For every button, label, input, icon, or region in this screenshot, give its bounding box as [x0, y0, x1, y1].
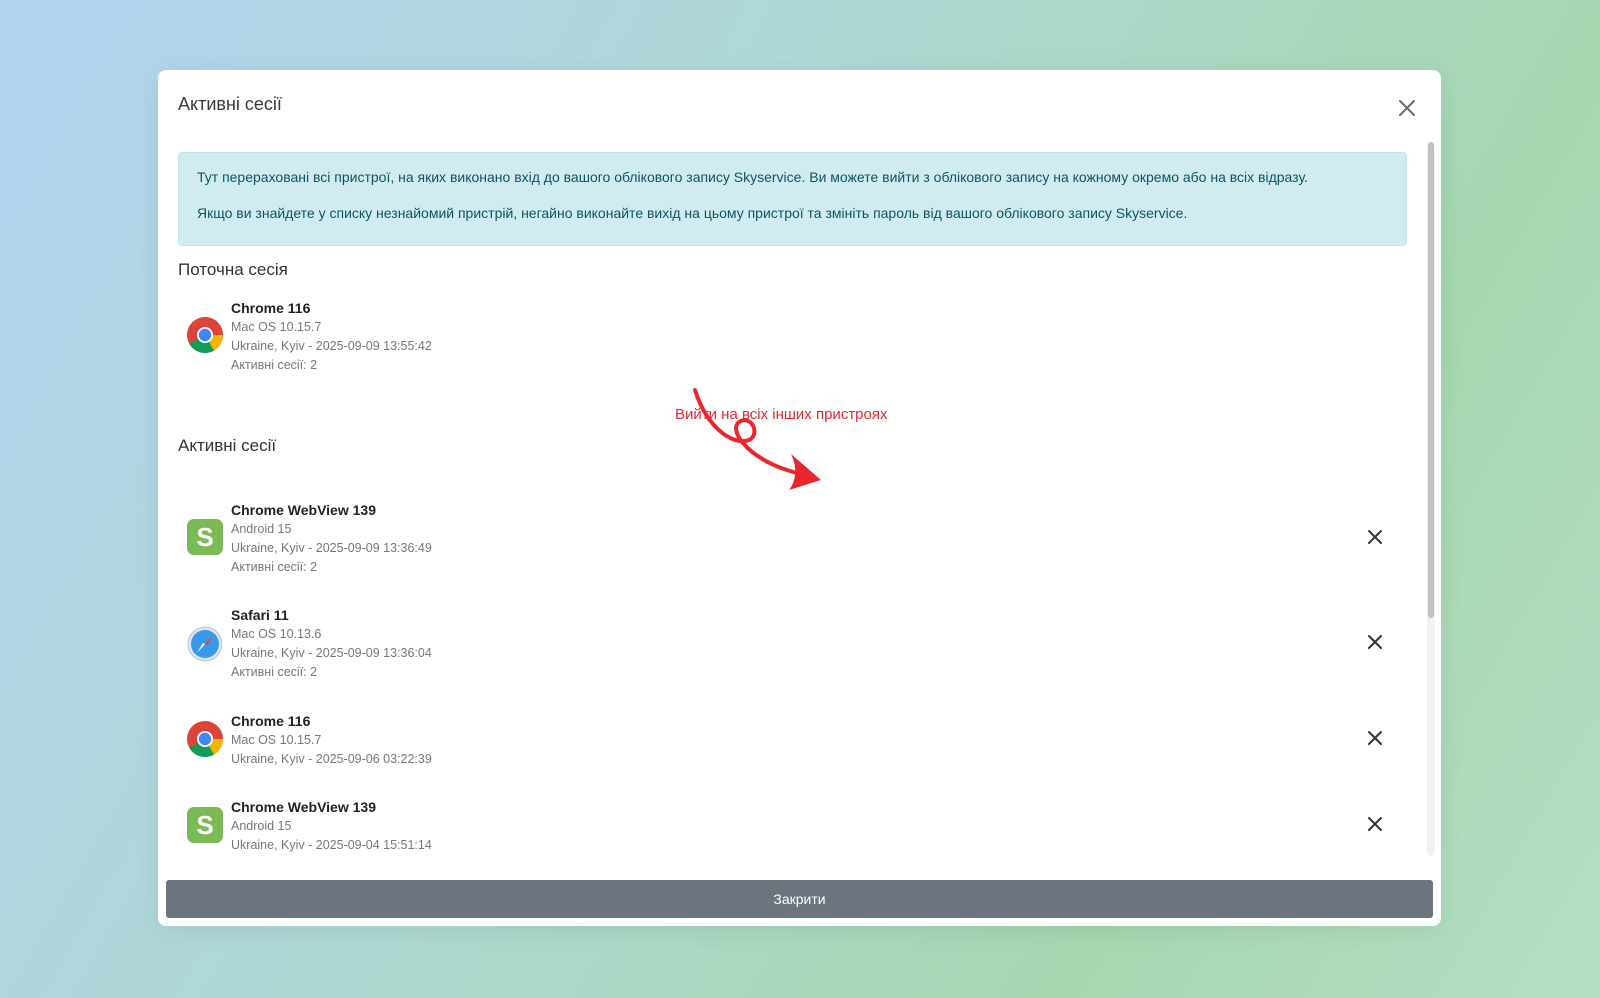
scrollbar-thumb[interactable]	[1428, 142, 1434, 618]
active-sessions-modal: Активні сесії Тут перераховані всі прист…	[158, 70, 1441, 926]
session-os: Mac OS 10.15.7	[231, 320, 322, 334]
session-name: Chrome 116	[231, 300, 311, 316]
session-os: Android 15	[231, 819, 292, 833]
session-row: Safari 11 Mac OS 10.13.6 Ukraine, Kyiv -…	[186, 605, 1386, 685]
session-os: Mac OS 10.13.6	[231, 627, 322, 641]
info-text-2: Якщо ви знайдете у списку незнайомий при…	[197, 205, 1188, 221]
safari-icon	[187, 626, 223, 662]
chrome-icon	[187, 317, 223, 354]
session-row: S Chrome WebView 139 Android 15 Ukraine,…	[186, 500, 1386, 580]
session-os: Mac OS 10.15.7	[231, 733, 322, 747]
session-count: Активні сесії: 2	[231, 560, 318, 574]
session-location: Ukraine, Kyiv - 2025-09-09 13:36:04	[231, 646, 432, 660]
session-location: Ukraine, Kyiv - 2025-09-09 13:36:49	[231, 541, 432, 555]
svg-text:S: S	[196, 522, 213, 552]
session-location: Ukraine, Kyiv - 2025-09-09 13:55:42	[231, 339, 432, 353]
skyservice-icon: S	[187, 519, 223, 555]
session-location: Ukraine, Kyiv - 2025-09-06 03:22:39	[231, 752, 432, 766]
session-name: Chrome WebView 139	[231, 502, 376, 518]
close-icon[interactable]	[1395, 96, 1419, 120]
session-location: Ukraine, Kyiv - 2025-09-04 15:51:14	[231, 838, 432, 852]
remove-session-icon[interactable]	[1364, 631, 1386, 653]
session-os: Android 15	[231, 522, 292, 536]
session-count: Активні сесії: 2	[231, 665, 318, 679]
session-name: Chrome WebView 139	[231, 799, 376, 815]
modal-header: Активні сесії	[158, 70, 1441, 142]
close-button[interactable]: Закрити	[166, 880, 1433, 918]
info-text-1: Тут перераховані всі пристрої, на яких в…	[197, 169, 1308, 185]
annotation-arrow-icon	[693, 388, 821, 490]
chrome-icon	[187, 721, 223, 758]
session-row: S Chrome WebView 139 Android 15 Ukraine,…	[186, 797, 1386, 877]
modal-title: Активні сесії	[178, 94, 282, 114]
remove-session-icon[interactable]	[1364, 813, 1386, 835]
current-session: Chrome 116 Mac OS 10.15.7 Ukraine, Kyiv …	[186, 298, 1386, 378]
session-name: Chrome 116	[231, 713, 311, 729]
info-alert: Тут перераховані всі пристрої, на яких в…	[178, 152, 1407, 246]
remove-session-icon[interactable]	[1364, 526, 1386, 548]
svg-text:S: S	[196, 810, 213, 840]
session-count: Активні сесії: 2	[231, 358, 318, 372]
skyservice-icon: S	[187, 807, 223, 843]
session-name: Safari 11	[231, 607, 289, 623]
active-sessions-title: Активні сесії	[178, 436, 277, 455]
current-session-title: Поточна сесія	[178, 260, 288, 279]
remove-session-icon[interactable]	[1364, 727, 1386, 749]
scrollbar[interactable]	[1427, 142, 1435, 856]
session-row: Chrome 116 Mac OS 10.15.7 Ukraine, Kyiv …	[186, 711, 1386, 791]
logout-others-annotation[interactable]: Вийти на всіх інших пристроях	[675, 406, 888, 423]
